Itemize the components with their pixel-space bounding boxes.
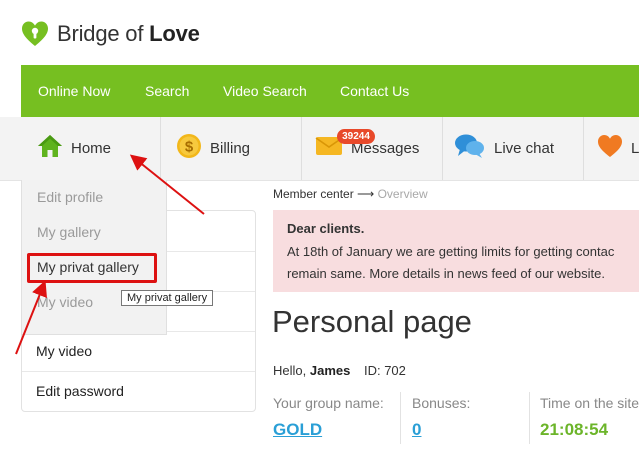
dropdown-item-edit-profile[interactable]: Edit profile xyxy=(37,189,103,205)
highlight-box xyxy=(27,253,157,283)
chat-bubbles-icon xyxy=(454,133,486,164)
member-icon-bar: Home $ Billing Messages Live chat L xyxy=(0,117,639,181)
home-icon xyxy=(37,134,63,163)
menu-messages[interactable]: Messages xyxy=(302,117,443,180)
stat-divider xyxy=(529,392,530,444)
top-navigation: Online Now Search Video Search Contact U… xyxy=(21,65,639,117)
breadcrumb-arrow-icon: ⟶ xyxy=(357,187,375,201)
menu-home[interactable]: Home xyxy=(0,117,161,180)
bonuses-label: Bonuses: xyxy=(412,395,471,411)
user-name: James xyxy=(309,363,351,378)
sidebar-item-edit-password[interactable]: Edit password xyxy=(36,383,124,399)
time-value: 21:08:54 xyxy=(540,420,609,439)
page-title: Personal page xyxy=(272,304,472,339)
coin-icon: $ xyxy=(176,133,202,164)
breadcrumb: Member center ⟶ Overview xyxy=(273,187,428,201)
nav-search[interactable]: Search xyxy=(145,83,189,99)
hello-prefix: Hello, xyxy=(273,363,310,378)
menu-live-chat-label: Live chat xyxy=(494,140,555,157)
logo-text: Bridge of Love xyxy=(57,21,200,46)
menu-billing-label: Billing xyxy=(210,140,251,157)
tooltip: My privat gallery xyxy=(121,290,214,306)
alert-title: Dear clients. xyxy=(287,221,365,236)
breadcrumb-member-center[interactable]: Member center xyxy=(273,187,354,201)
group-value-link[interactable]: GOLD xyxy=(273,420,322,440)
heart-lock-icon xyxy=(22,21,48,46)
nav-contact-us[interactable]: Contact Us xyxy=(340,83,409,99)
greeting: Hello, James ID: 702 xyxy=(273,363,406,378)
nav-video-search[interactable]: Video Search xyxy=(223,83,307,99)
menu-billing[interactable]: $ Billing xyxy=(161,117,302,180)
time-label: Time on the site xyxy=(540,395,639,411)
alert-text-line-2: remain same. More details in news feed o… xyxy=(287,266,605,281)
notice-alert: Dear clients. At 18th of January we are … xyxy=(273,210,639,292)
site-logo[interactable]: Bridge of Love xyxy=(21,18,200,50)
heart-icon xyxy=(597,134,623,163)
menu-love[interactable]: L xyxy=(584,117,639,180)
sidebar-item-my-video[interactable]: My video xyxy=(36,343,92,359)
dropdown-item-my-video[interactable]: My video xyxy=(37,294,93,310)
stat-divider xyxy=(400,392,401,444)
svg-text:$: $ xyxy=(185,139,194,156)
messages-count-badge: 39244 xyxy=(337,129,375,144)
divider xyxy=(22,371,255,372)
alert-text-line-1: At 18th of January we are getting limits… xyxy=(287,244,615,259)
dropdown-item-my-gallery[interactable]: My gallery xyxy=(37,224,101,240)
nav-online-now[interactable]: Online Now xyxy=(38,83,110,99)
menu-love-label: L xyxy=(631,140,639,157)
bonuses-value-link[interactable]: 0 xyxy=(412,420,421,440)
user-id: ID: 702 xyxy=(363,363,406,378)
menu-live-chat[interactable]: Live chat xyxy=(443,117,584,180)
menu-home-label: Home xyxy=(71,140,112,157)
breadcrumb-current: Overview xyxy=(377,187,428,201)
group-label: Your group name: xyxy=(273,395,384,411)
